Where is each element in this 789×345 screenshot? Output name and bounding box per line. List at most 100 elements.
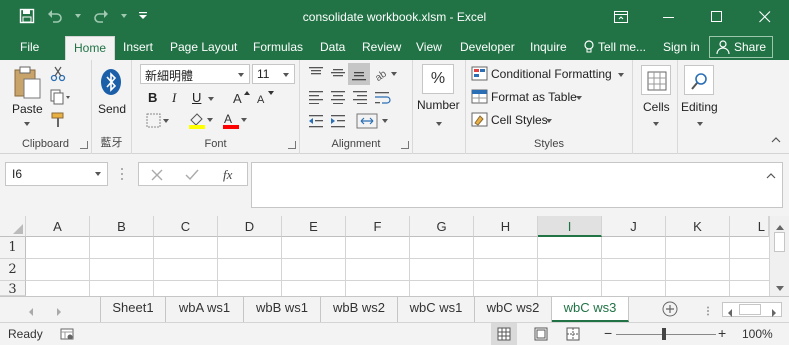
editing-label[interactable]: Editing (681, 100, 718, 114)
scroll-left-icon[interactable] (727, 306, 733, 320)
cells-button[interactable] (641, 65, 671, 95)
column-header[interactable]: B (90, 216, 154, 237)
tab-inquire[interactable]: Inquire (530, 39, 567, 55)
close-button[interactable] (741, 0, 789, 34)
vertical-scrollbar[interactable] (769, 216, 789, 296)
format-painter-icon[interactable] (50, 112, 66, 131)
row-header[interactable]: 2 (0, 259, 26, 281)
minimize-button[interactable] (645, 0, 693, 34)
column-header[interactable]: C (154, 216, 218, 237)
maximize-button[interactable] (693, 0, 741, 34)
cancel-icon[interactable] (151, 169, 163, 184)
new-sheet-icon[interactable] (662, 301, 678, 320)
formula-bar-grip-icon[interactable] (120, 167, 124, 184)
editing-dropdown-icon[interactable] (697, 122, 703, 126)
top-align-icon[interactable] (308, 66, 324, 83)
bold-button[interactable]: B (148, 90, 157, 105)
column-header[interactable]: A (26, 216, 90, 237)
send-button[interactable] (100, 68, 124, 98)
increase-font-size-icon[interactable]: A (232, 89, 250, 108)
font-name-dropdown[interactable]: 新細明體 (140, 64, 250, 84)
horizontal-scrollbar[interactable] (722, 302, 782, 317)
cell-styles-dropdown-icon[interactable] (546, 119, 552, 123)
tab-page-layout[interactable]: Page Layout (170, 39, 237, 55)
conditional-formatting-icon[interactable] (471, 66, 489, 85)
collapse-ribbon-icon[interactable] (771, 133, 781, 147)
font-color-icon[interactable]: A (222, 111, 248, 132)
wrap-text-icon[interactable] (374, 90, 394, 109)
sheet-tab[interactable]: wbB ws2 (321, 297, 398, 322)
tab-home[interactable]: Home (65, 36, 116, 60)
bottom-align-icon[interactable] (348, 63, 370, 85)
zoom-level[interactable]: 100% (742, 327, 773, 341)
tab-formulas[interactable]: Formulas (253, 39, 303, 55)
fill-color-icon[interactable] (188, 111, 214, 132)
cell-styles-icon[interactable] (471, 112, 489, 131)
middle-align-icon[interactable] (330, 66, 346, 83)
page-break-preview-button[interactable] (566, 327, 580, 344)
column-header[interactable]: J (602, 216, 666, 237)
scroll-right-icon[interactable] (771, 306, 777, 320)
underline-button[interactable]: U (192, 90, 201, 105)
font-size-dropdown[interactable]: 11 (252, 64, 295, 84)
zoom-slider-thumb[interactable] (662, 328, 666, 340)
format-as-table-dropdown-icon[interactable] (576, 96, 582, 100)
scroll-down-icon[interactable] (775, 282, 785, 296)
select-all-button[interactable] (0, 216, 26, 237)
decrease-font-size-icon[interactable]: A (256, 89, 274, 108)
column-header-selected[interactable]: I (538, 216, 602, 237)
row-header[interactable]: 3 (0, 281, 26, 296)
editing-button[interactable] (684, 65, 714, 95)
tab-file[interactable]: File (20, 39, 39, 55)
paste-label[interactable]: Paste (12, 102, 43, 116)
formula-input[interactable] (251, 162, 783, 208)
tab-data[interactable]: Data (320, 39, 345, 55)
alignment-launcher-icon[interactable] (401, 141, 409, 149)
macro-recording-icon[interactable] (60, 327, 74, 344)
tab-review[interactable]: Review (362, 39, 401, 55)
conditional-formatting-label[interactable]: Conditional Formatting (491, 67, 612, 81)
tab-insert[interactable]: Insert (123, 39, 153, 55)
column-header[interactable]: D (218, 216, 282, 237)
sheet-tab[interactable]: wbC ws1 (398, 297, 475, 322)
column-header[interactable]: K (666, 216, 730, 237)
normal-view-button[interactable] (491, 323, 517, 345)
column-header[interactable]: G (410, 216, 474, 237)
column-header[interactable]: F (346, 216, 410, 237)
merge-center-icon[interactable] (356, 113, 390, 132)
align-center-icon[interactable] (330, 90, 346, 107)
align-left-icon[interactable] (308, 90, 324, 107)
expand-formula-bar-icon[interactable] (766, 169, 776, 183)
format-as-table-label[interactable]: Format as Table (491, 90, 577, 104)
vertical-scroll-thumb[interactable] (774, 232, 785, 252)
tell-me-box[interactable]: Tell me... (584, 39, 646, 55)
cell-styles-label[interactable]: Cell Styles (491, 113, 548, 127)
page-layout-view-button[interactable] (534, 327, 548, 344)
number-dropdown-icon[interactable] (436, 122, 442, 126)
underline-dropdown-icon[interactable] (208, 97, 214, 101)
tab-developer[interactable]: Developer (460, 39, 515, 55)
borders-icon[interactable] (146, 113, 170, 132)
tab-split-grip-icon[interactable] (706, 305, 710, 319)
column-header[interactable]: E (282, 216, 346, 237)
enter-check-icon[interactable] (185, 169, 199, 184)
zoom-slider[interactable] (616, 334, 716, 335)
send-label[interactable]: Send (98, 102, 126, 116)
name-box[interactable]: I6 (5, 162, 108, 186)
cells-dropdown-icon[interactable] (653, 122, 659, 126)
column-header[interactable]: L (730, 216, 769, 237)
number-label[interactable]: Number (417, 98, 460, 112)
decrease-indent-icon[interactable] (308, 114, 324, 131)
sheet-tab[interactable]: wbC ws2 (475, 297, 552, 322)
copy-icon[interactable] (50, 89, 72, 108)
column-header[interactable]: H (474, 216, 538, 237)
number-format-button[interactable]: % (422, 64, 454, 94)
insert-function-button[interactable]: fx (223, 167, 232, 183)
sheet-tab-active[interactable]: wbC ws3 (552, 297, 629, 322)
format-as-table-icon[interactable] (471, 89, 489, 108)
ribbon-display-options-button[interactable] (597, 0, 645, 34)
clipboard-launcher-icon[interactable] (80, 141, 88, 149)
zoom-out-icon[interactable]: − (604, 326, 612, 340)
cut-icon[interactable] (50, 66, 66, 85)
next-sheet-icon[interactable] (56, 305, 62, 319)
